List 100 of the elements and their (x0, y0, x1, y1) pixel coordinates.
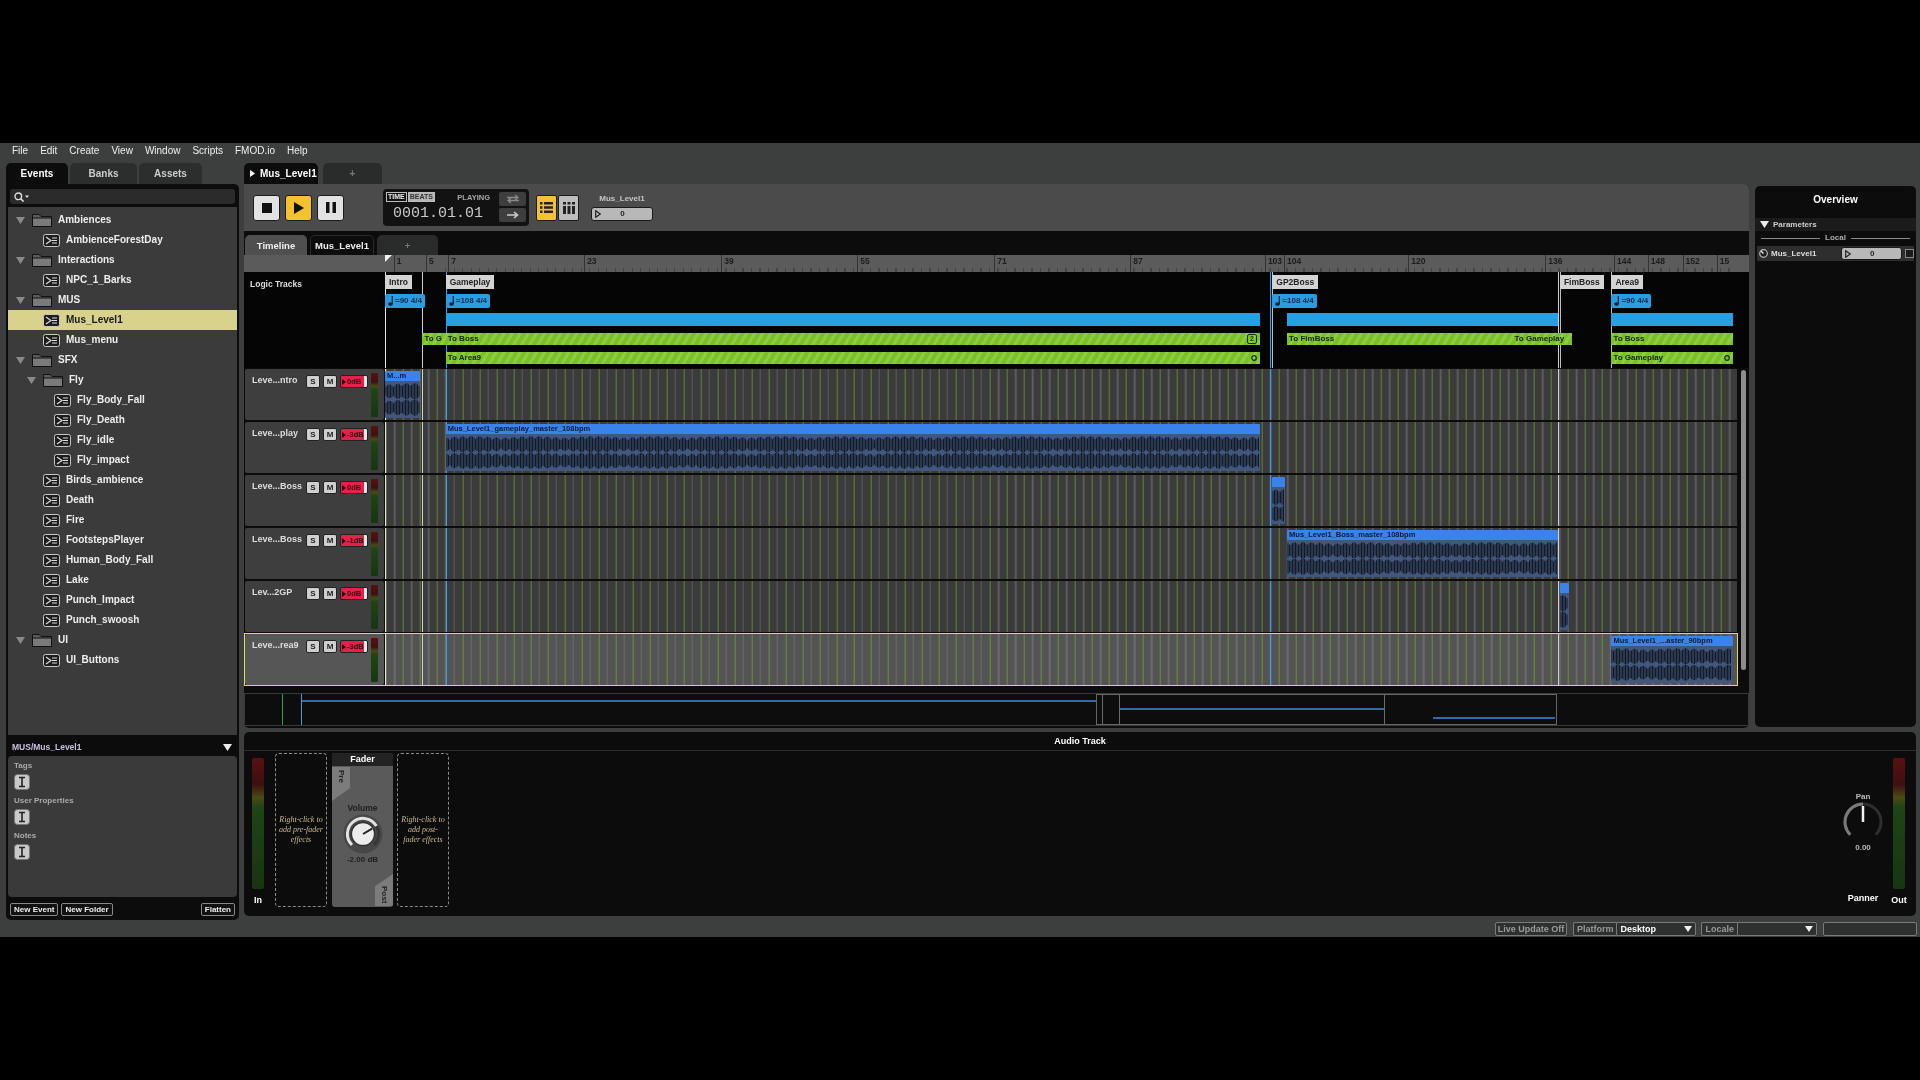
follow-button[interactable] (499, 208, 526, 222)
parameter-field[interactable]: 0 (1841, 247, 1902, 260)
list-view-button[interactable] (536, 194, 557, 221)
tree-item[interactable]: UI (8, 630, 237, 650)
menu-item[interactable]: File (6, 144, 35, 158)
tree-item[interactable]: Fly_impact (8, 450, 237, 470)
tree-item[interactable]: Human_Body_Fall (8, 550, 237, 570)
transition-region[interactable]: To Boss (1611, 333, 1733, 345)
text-cursor-icon[interactable] (14, 774, 30, 790)
platform-dropdown[interactable]: Desktop (1616, 921, 1697, 936)
locale-dropdown[interactable] (1737, 921, 1817, 936)
mute-button[interactable]: M (323, 640, 337, 653)
solo-button[interactable]: S (306, 375, 320, 388)
effect-slot[interactable]: Right-click to add pre-fader effects (275, 753, 327, 907)
tree-item[interactable]: Punch_Impact (8, 590, 237, 610)
menu-item[interactable]: Create (63, 144, 106, 158)
parameter-toggle[interactable] (1905, 249, 1914, 258)
menu-item[interactable]: Edit (34, 144, 64, 158)
solo-button[interactable]: S (306, 428, 320, 441)
tree-item[interactable]: Mus_menu (8, 330, 237, 350)
loop-button[interactable] (499, 192, 526, 206)
parameter-row[interactable]: Mus_Level1 0 (1757, 246, 1914, 261)
mute-button[interactable]: M (323, 481, 337, 494)
parameter-field[interactable]: 0 (591, 207, 653, 221)
caret-down-icon[interactable] (1760, 221, 1769, 228)
tempo-marker[interactable]: =108 4/4 (1272, 294, 1317, 308)
solo-button[interactable]: S (306, 534, 320, 547)
tempo-marker[interactable]: =90 4/4 (385, 294, 425, 308)
audio-clip[interactable] (1559, 583, 1570, 630)
text-cursor-icon[interactable] (14, 809, 30, 825)
mute-button[interactable]: M (323, 534, 337, 547)
mute-button[interactable]: M (323, 587, 337, 600)
caret-down-icon[interactable] (223, 744, 232, 751)
waveform (1559, 593, 1569, 630)
solo-button[interactable]: S (306, 640, 320, 653)
panel-tab[interactable]: Events (6, 163, 68, 184)
transition-region[interactable]: To Gameplay (1611, 352, 1733, 364)
solo-button[interactable]: S (306, 481, 320, 494)
tree-item[interactable]: Punch_swoosh (8, 610, 237, 630)
tree-item[interactable]: Interactions (8, 250, 237, 270)
tree-item[interactable]: Death (8, 490, 237, 510)
tree-item[interactable]: UI_Buttons (8, 650, 237, 670)
search-field[interactable] (10, 189, 235, 204)
transition-region[interactable]: To FimBoss (1287, 333, 1513, 345)
tree-item[interactable]: AmbienceForestDay (8, 230, 237, 250)
action-button[interactable]: New Event (10, 903, 59, 916)
tree-item[interactable]: Ambiences (8, 210, 237, 230)
menu-item[interactable]: Window (138, 144, 187, 158)
mute-button[interactable]: M (323, 375, 337, 388)
section-marker[interactable]: Area9 (1611, 275, 1644, 289)
tree-item[interactable]: Lake (8, 570, 237, 590)
volume-knob[interactable] (342, 814, 383, 854)
mute-button[interactable]: M (323, 428, 337, 441)
panel-tab[interactable]: Assets (139, 163, 202, 184)
vertical-scrollbar[interactable] (1741, 370, 1746, 670)
bars-view-button[interactable] (558, 194, 579, 221)
tree-item[interactable]: Mus_Level1 (8, 310, 237, 330)
text-field[interactable] (1823, 921, 1917, 936)
transition-region[interactable]: To Gameplay (1512, 333, 1573, 345)
tempo-marker[interactable]: =90 4/4 (1611, 294, 1652, 308)
effect-slot[interactable]: Right-click to add post-fader effects (397, 753, 449, 907)
post-tab[interactable]: Post (375, 874, 393, 906)
menu-item[interactable]: View (105, 144, 139, 158)
tree-item[interactable]: Fly_Body_Fall (8, 390, 237, 410)
tree-item[interactable]: FootstepsPlayer (8, 530, 237, 550)
tree-item[interactable]: Birds_ambience (8, 470, 237, 490)
action-button[interactable]: New Folder (61, 903, 113, 916)
tempo-marker[interactable]: =108 4/4 (445, 294, 491, 308)
menu-item[interactable]: FMOD.io (229, 144, 281, 158)
menu-item[interactable]: Scripts (186, 144, 229, 158)
section-marker[interactable]: GP2Boss (1272, 275, 1319, 289)
section-marker[interactable]: Gameplay (445, 275, 495, 289)
tree-item[interactable]: Fly (8, 370, 237, 390)
solo-button[interactable]: S (306, 587, 320, 600)
section-header[interactable]: Parameters (1755, 218, 1916, 231)
panel-tab[interactable]: Banks (70, 163, 137, 184)
transition-region[interactable]: To Area9 (445, 352, 1260, 364)
audio-clip[interactable] (1272, 477, 1286, 524)
stop-button[interactable] (253, 194, 280, 221)
section-marker[interactable]: Intro (385, 275, 412, 289)
tree-item[interactable]: Fly_Death (8, 410, 237, 430)
tree-item[interactable]: NPC_1_Barks (8, 270, 237, 290)
pause-button[interactable] (317, 194, 344, 221)
pre-tab[interactable]: Pre (332, 767, 350, 801)
tree-item[interactable]: MUS (8, 290, 237, 310)
action-button[interactable]: Flatten (200, 903, 235, 916)
tree-item[interactable]: SFX (8, 350, 237, 370)
live-update-button[interactable]: Live Update Off (1494, 921, 1567, 936)
tree-item[interactable]: Fly_idle (8, 430, 237, 450)
timeline-overview[interactable] (244, 693, 1749, 726)
editor-tab[interactable]: Mus_Level1 (244, 163, 318, 184)
tree-item[interactable]: Fire (8, 510, 237, 530)
playhead-triangle-icon[interactable] (385, 255, 392, 262)
play-button[interactable] (285, 194, 312, 221)
swap-arrows-icon (505, 194, 520, 204)
view-tab[interactable]: Timeline (245, 235, 307, 255)
text-cursor-icon[interactable] (14, 844, 30, 860)
section-marker[interactable]: FimBoss (1559, 275, 1604, 289)
view-tab[interactable]: Mus_Level1 (310, 235, 374, 255)
menu-item[interactable]: Help (281, 144, 314, 158)
